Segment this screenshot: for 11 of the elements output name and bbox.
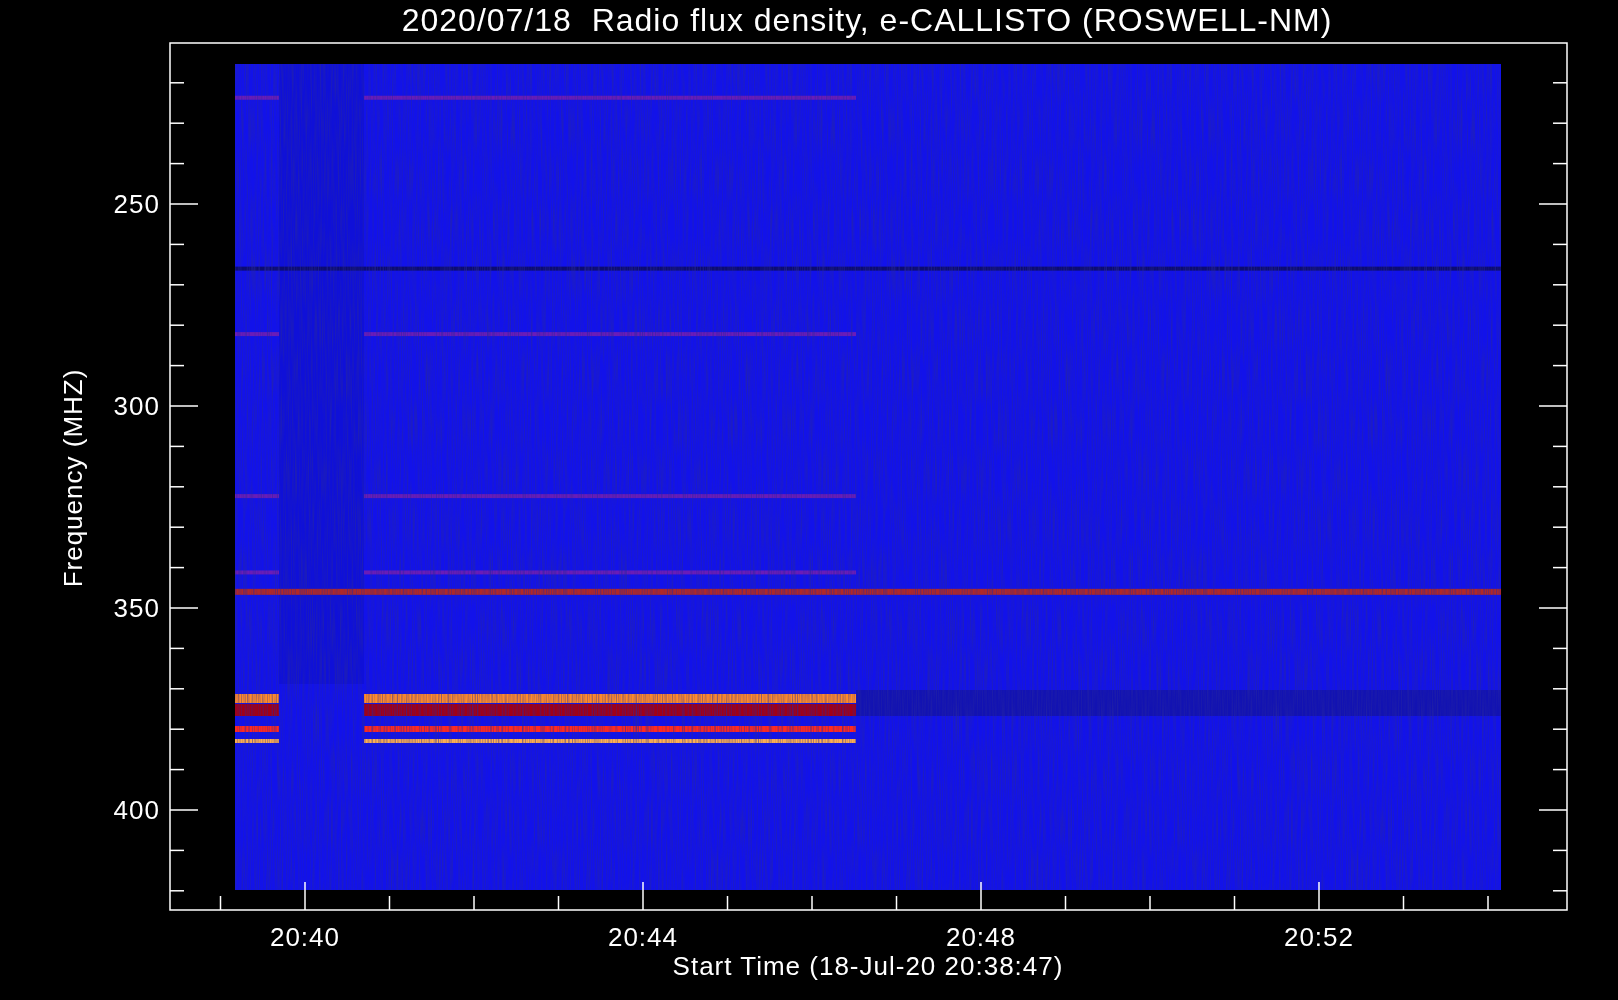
y-tick-label: 250 (113, 189, 160, 219)
y-tick-label: 400 (113, 795, 160, 825)
chart-title: 2020/07/18 Radio flux density, e-CALLISTO (ROSWELL-NM) (401, 2, 1333, 38)
x-tick-label: 20:40 (269, 922, 341, 952)
y-axis-label: Frequency (MHZ) (58, 368, 88, 588)
x-axis-label: Start Time (18-Jul-20 20:38:47) (672, 951, 1064, 981)
y-tick-label: 300 (113, 391, 160, 421)
y-tick-label: 350 (113, 593, 160, 623)
x-tick-label: 20:48 (945, 922, 1017, 952)
x-tick-label: 20:52 (1283, 922, 1355, 952)
x-tick-label: 20:44 (607, 922, 679, 952)
